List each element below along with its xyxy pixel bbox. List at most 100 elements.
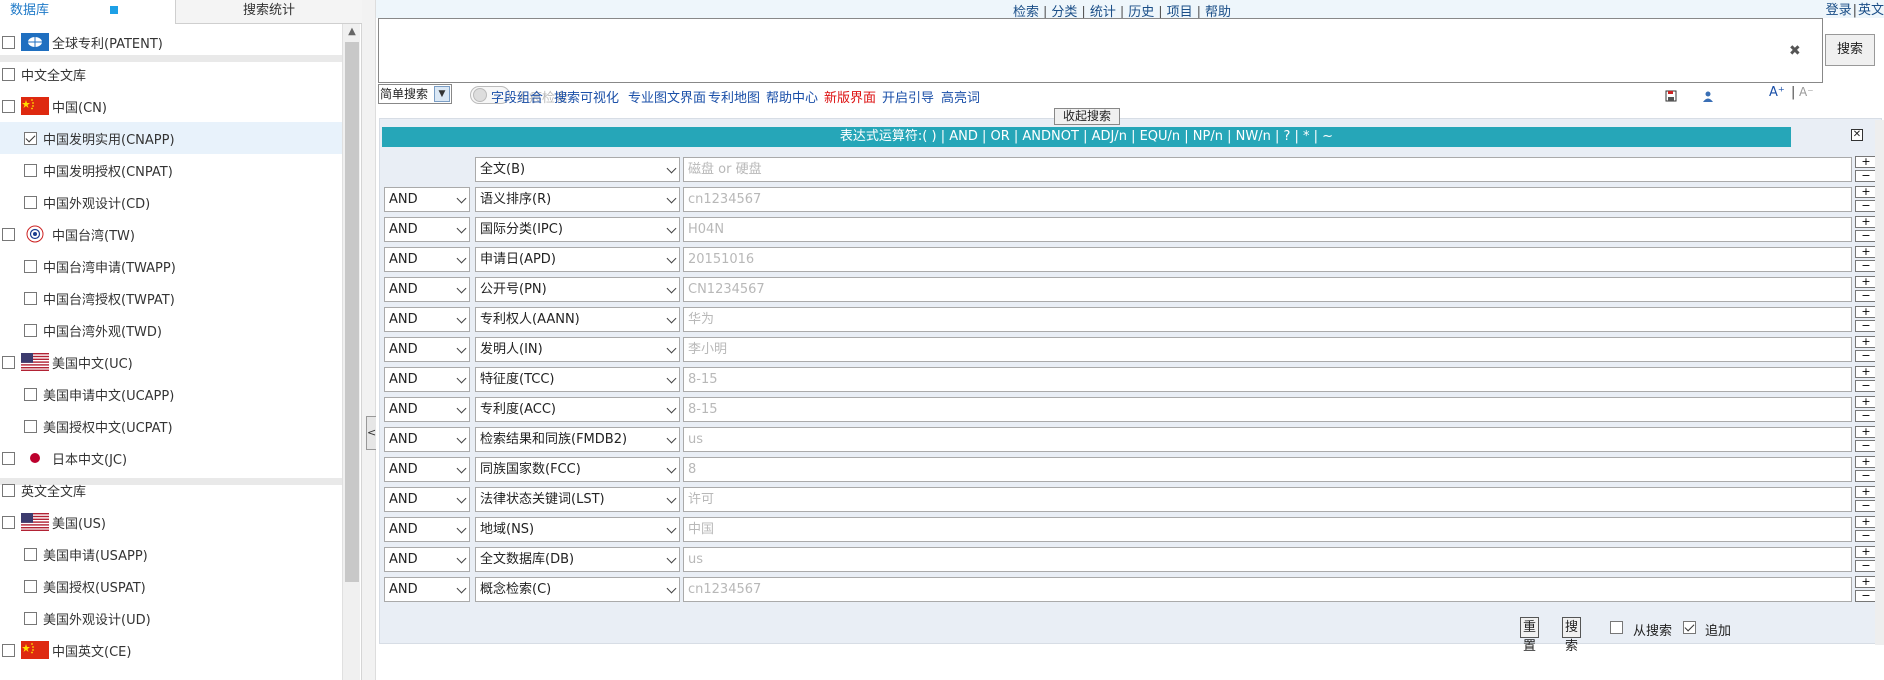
field-select[interactable]: 全文(B) xyxy=(475,157,680,182)
tree-item-checkbox[interactable] xyxy=(2,227,15,241)
remove-row-icon[interactable]: − xyxy=(1855,470,1877,482)
add-row-icon[interactable]: + xyxy=(1855,276,1877,288)
tree-item-checkbox[interactable] xyxy=(24,323,37,337)
add-row-icon[interactable]: + xyxy=(1855,306,1877,318)
field-value-input[interactable]: 20151016 xyxy=(683,247,1852,272)
tree-item-checkbox[interactable] xyxy=(2,451,15,465)
tree-item-checkbox[interactable] xyxy=(24,131,37,145)
operator-select[interactable]: AND xyxy=(384,517,470,542)
add-row-icon[interactable]: + xyxy=(1855,486,1877,498)
tree-item[interactable]: 中国英文(CE) xyxy=(0,634,342,666)
operator-select[interactable]: AND xyxy=(384,307,470,332)
remove-row-icon[interactable]: − xyxy=(1855,170,1877,182)
field-select[interactable]: 地域(NS) xyxy=(475,517,680,542)
add-row-icon[interactable]: + xyxy=(1855,216,1877,228)
tree-item[interactable]: 中国发明实用(CNAPP) xyxy=(0,122,342,154)
field-select[interactable]: 专利度(ACC) xyxy=(475,397,680,422)
tree-item-checkbox[interactable] xyxy=(24,579,37,593)
remove-row-icon[interactable]: − xyxy=(1855,410,1877,422)
form-search-button[interactable]: 搜索 xyxy=(1562,617,1582,654)
tree-item[interactable]: 中国台湾申请(TWAPP) xyxy=(0,250,342,282)
field-select[interactable]: 语义排序(R) xyxy=(475,187,680,212)
search-visualize-link[interactable]: 搜索可视化 xyxy=(554,87,619,106)
tree-item[interactable]: 美国(US) xyxy=(0,506,342,538)
field-select[interactable]: 专利权人(AANN) xyxy=(475,307,680,332)
field-combo-link[interactable]: 字段组合 xyxy=(491,87,543,106)
field-value-input[interactable]: 8 xyxy=(683,457,1852,482)
tree-item[interactable]: 中国台湾授权(TWPAT) xyxy=(0,282,342,314)
tree-item-checkbox[interactable] xyxy=(2,643,15,657)
help-center-link[interactable]: 帮助中心 xyxy=(766,87,818,106)
operator-select[interactable]: AND xyxy=(384,487,470,512)
remove-row-icon[interactable]: − xyxy=(1855,560,1877,572)
field-value-input[interactable]: us xyxy=(683,427,1852,452)
field-select[interactable]: 特征度(TCC) xyxy=(475,367,680,392)
field-value-input[interactable]: 8-15 xyxy=(683,397,1852,422)
scroll-up-icon[interactable]: ▲ xyxy=(343,24,361,40)
field-value-input[interactable]: H04N xyxy=(683,217,1852,242)
operator-select[interactable]: AND xyxy=(384,247,470,272)
collapse-search-button[interactable]: 收起搜索 xyxy=(1054,108,1120,125)
remove-row-icon[interactable]: − xyxy=(1855,200,1877,212)
tab-search-stats[interactable]: 搜索统计 xyxy=(176,0,362,24)
remove-row-icon[interactable]: − xyxy=(1855,500,1877,512)
add-row-icon[interactable]: + xyxy=(1855,156,1877,168)
tree-item-checkbox[interactable] xyxy=(2,515,15,529)
remove-row-icon[interactable]: − xyxy=(1855,530,1877,542)
field-select[interactable]: 概念检索(C) xyxy=(475,577,680,602)
left-scrollbar[interactable]: ▲ xyxy=(342,24,360,680)
tree-item[interactable]: 英文全文库 xyxy=(0,474,342,506)
tree-item[interactable]: 中国台湾(TW) xyxy=(0,218,342,250)
remove-row-icon[interactable]: − xyxy=(1855,350,1877,362)
from-search-checkbox[interactable] xyxy=(1610,621,1623,634)
tree-item[interactable]: 全球专利(PATENT) xyxy=(0,26,342,58)
field-value-input[interactable]: cn1234567 xyxy=(683,577,1852,602)
remove-row-icon[interactable]: − xyxy=(1855,290,1877,302)
field-select[interactable]: 申请日(APD) xyxy=(475,247,680,272)
search-mode-select[interactable]: 简单搜索 ▼ xyxy=(378,84,452,104)
tree-item[interactable]: 美国授权(USPAT) xyxy=(0,570,342,602)
font-decrease-icon[interactable]: A⁻ xyxy=(1799,85,1814,99)
field-select[interactable]: 公开号(PN) xyxy=(475,277,680,302)
append-checkbox[interactable] xyxy=(1683,621,1696,634)
tree-item[interactable]: 美国外观设计(UD) xyxy=(0,602,342,634)
save-icon[interactable] xyxy=(1665,90,1677,102)
chevron-down-icon[interactable]: ▼ xyxy=(434,86,450,102)
tree-item-checkbox[interactable] xyxy=(24,163,37,177)
field-value-input[interactable]: 磁盘 or 硬盘 xyxy=(683,157,1852,182)
field-select[interactable]: 国际分类(IPC) xyxy=(475,217,680,242)
add-row-icon[interactable]: + xyxy=(1855,516,1877,528)
tree-item-checkbox[interactable] xyxy=(24,419,37,433)
pro-ui-link[interactable]: 专业图文界面 xyxy=(628,87,706,106)
field-value-input[interactable]: us xyxy=(683,547,1852,572)
tree-item-checkbox[interactable] xyxy=(24,387,37,401)
tree-item[interactable]: 中国发明授权(CNPAT) xyxy=(0,154,342,186)
tree-item-checkbox[interactable] xyxy=(24,547,37,561)
field-select[interactable]: 法律状态关键词(LST) xyxy=(475,487,680,512)
field-value-input[interactable]: 8-15 xyxy=(683,367,1852,392)
tree-item-checkbox[interactable] xyxy=(24,611,37,625)
add-row-icon[interactable]: + xyxy=(1855,456,1877,468)
add-row-icon[interactable]: + xyxy=(1855,186,1877,198)
field-value-input[interactable]: cn1234567 xyxy=(683,187,1852,212)
tree-item-checkbox[interactable] xyxy=(2,483,15,497)
tab-database[interactable]: 数据库 xyxy=(0,0,176,24)
query-textarea[interactable] xyxy=(378,18,1823,83)
tree-item[interactable]: 美国中文(UC) xyxy=(0,346,342,378)
user-icon[interactable] xyxy=(1702,90,1714,102)
remove-row-icon[interactable]: − xyxy=(1855,380,1877,392)
add-row-icon[interactable]: + xyxy=(1855,336,1877,348)
operator-select[interactable]: AND xyxy=(384,427,470,452)
remove-row-icon[interactable]: − xyxy=(1855,260,1877,272)
tree-item[interactable]: 美国申请(USAPP) xyxy=(0,538,342,570)
remove-row-icon[interactable]: − xyxy=(1855,440,1877,452)
english-link[interactable]: 英文 xyxy=(1858,3,1884,18)
operator-select[interactable]: AND xyxy=(384,367,470,392)
operator-select[interactable]: AND xyxy=(384,337,470,362)
field-value-input[interactable]: 许可 xyxy=(683,487,1852,512)
add-row-icon[interactable]: + xyxy=(1855,396,1877,408)
tree-item[interactable]: 中国台湾外观(TWD) xyxy=(0,314,342,346)
tree-item[interactable]: 美国授权中文(UCPAT) xyxy=(0,410,342,442)
scrollbar-thumb[interactable] xyxy=(345,42,359,582)
font-increase-icon[interactable]: A⁺ xyxy=(1769,85,1785,100)
